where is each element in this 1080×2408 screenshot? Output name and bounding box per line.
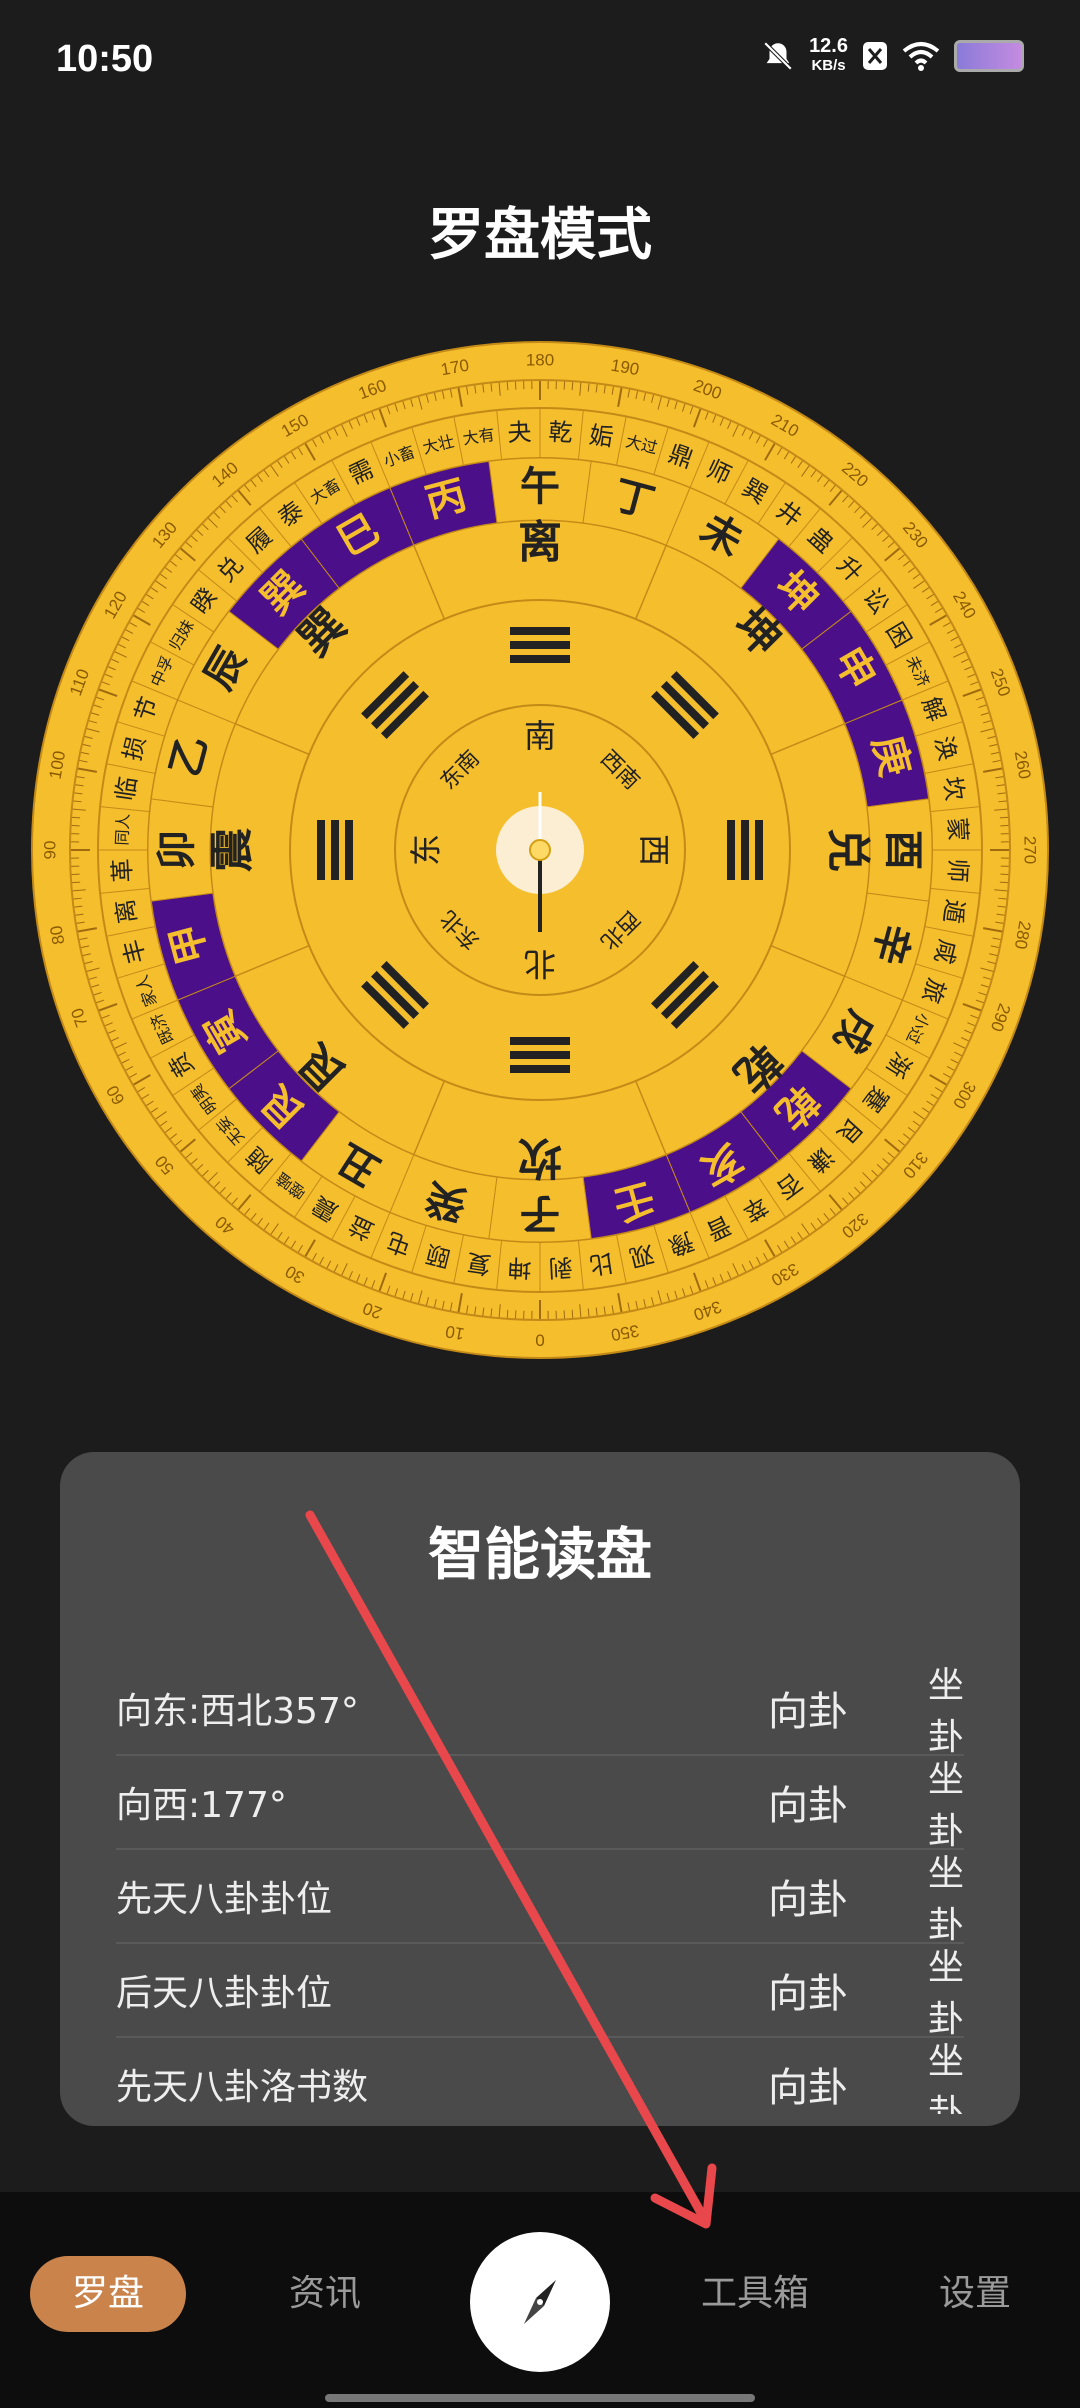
home-indicator[interactable] — [325, 2394, 755, 2402]
mountain-label: 子 — [520, 1190, 560, 1236]
trigram-bar — [510, 1051, 570, 1059]
smart-reading-panel: 智能读盘 向东:西北357° 向卦 坐卦 向西:177° 向卦 坐卦 先天八卦卦位 向卦坐… — [60, 1452, 1020, 2126]
app-notification-icon — [863, 42, 887, 70]
hexagram-label: 乾 — [548, 418, 573, 447]
row-label: 先天八卦洛书数 — [116, 2067, 369, 2108]
hexagram-label: 坎 — [938, 775, 969, 803]
sitting-gua-button[interactable]: 坐卦 — [894, 1938, 964, 2042]
wifi-icon — [902, 42, 940, 71]
facing-gua-button[interactable]: 向卦 — [768, 2055, 894, 2113]
degree-tick — [571, 381, 574, 391]
trigram-bar — [345, 820, 353, 880]
nav-compass-tab[interactable]: 罗盘 — [30, 2256, 186, 2332]
mountain-label: 酉 — [880, 830, 926, 870]
reading-row[interactable]: 先天八卦洛书数 向卦 坐卦 — [116, 2038, 964, 2114]
degree-tick — [506, 381, 509, 391]
degree-label: 90 — [40, 841, 59, 860]
reading-row[interactable]: 后天八卦卦位 向卦 坐卦 — [116, 1944, 964, 2040]
luopan-compass[interactable]: 180 1902002102202302402502602702802903003… — [30, 340, 1050, 1360]
facing-gua-button[interactable]: 向卦 — [768, 1961, 894, 2019]
degree-tick — [506, 1309, 509, 1319]
trigram-bar — [510, 655, 570, 663]
trigram-bar — [510, 1037, 570, 1045]
row-label: 向东:西北357° — [116, 1691, 359, 1732]
degree-tick — [999, 881, 1009, 884]
bagua-label: 兑 — [822, 828, 873, 872]
mountain-label: 午 — [520, 464, 560, 510]
hexagram-label: 蒙 — [943, 817, 972, 842]
sitting-gua-button[interactable]: 坐卦 — [894, 1662, 964, 1760]
trigram-bar — [727, 820, 735, 880]
trigram-bar — [331, 820, 339, 880]
trigram-bar — [510, 641, 570, 649]
trigram-bar — [510, 627, 570, 635]
bagua-label: 震 — [207, 827, 258, 872]
bagua-label: 坎 — [518, 1132, 562, 1183]
row-label: 先天八卦卦位 — [116, 1879, 333, 1920]
degree-label: 270 — [1021, 836, 1040, 864]
bagua-label: 离 — [518, 517, 562, 568]
clock: 10:50 — [56, 38, 154, 80]
bottom-nav: 罗盘 资讯 工具箱 设置 — [0, 2192, 1080, 2408]
trigram-bar — [317, 820, 325, 880]
degree-tick — [999, 816, 1009, 819]
degree-label: 180 — [526, 350, 554, 369]
facing-gua-button[interactable]: 向卦 — [768, 1679, 894, 1737]
mountain-label: 卯 — [154, 830, 200, 870]
direction-label: 南 — [524, 717, 556, 755]
facing-gua-button[interactable]: 向卦 — [768, 1867, 894, 1925]
direction-label: 北 — [524, 945, 556, 983]
hexagram-label: 离 — [111, 897, 142, 925]
hexagram-label: 夬 — [507, 418, 532, 447]
trigram-bar — [510, 1065, 570, 1073]
nav-news-tab[interactable]: 资讯 — [250, 2256, 400, 2332]
direction-label: 东 — [407, 834, 445, 866]
degree-tick — [571, 1309, 574, 1319]
reading-row[interactable]: 向西:177° 向卦 坐卦 — [116, 1756, 964, 1852]
hexagram-label: 复 — [465, 1248, 493, 1279]
status-bar: 10:50 12.6 KB/s — [0, 0, 1080, 130]
degree-label: 0 — [535, 1331, 544, 1350]
direction-label: 西 — [635, 834, 673, 866]
reading-row[interactable]: 先天八卦卦位 向卦 坐卦 — [116, 1850, 964, 1946]
reading-list[interactable]: 向东:西北357° 向卦 坐卦 向西:177° 向卦 坐卦 先天八卦卦位 向卦 坐卦 后天八… — [116, 1662, 964, 2114]
hexagram-label: 遁 — [938, 897, 969, 925]
sitting-gua-button[interactable]: 坐卦 — [894, 1750, 964, 1854]
page-title: 罗盘模式 — [428, 203, 652, 268]
hexagram-label: 剥 — [548, 1253, 573, 1282]
hexagram-label: 坤 — [507, 1253, 532, 1282]
facing-gua-button[interactable]: 向卦 — [768, 1773, 894, 1831]
hexagram-label: 师 — [943, 858, 972, 883]
sitting-gua-button[interactable]: 坐卦 — [894, 1844, 964, 1948]
hexagram-label: 姤 — [587, 421, 615, 452]
hexagram-label: 临 — [111, 775, 142, 803]
mute-bell-icon — [763, 41, 793, 71]
trigram-bar — [741, 820, 749, 880]
nav-settings-tab[interactable]: 设置 — [900, 2256, 1050, 2332]
needle-pivot — [529, 839, 551, 861]
status-icons: 12.6 KB/s — [761, 36, 1024, 76]
hexagram-label: 比 — [587, 1248, 615, 1279]
compass-icon — [524, 2280, 556, 2324]
row-label: 后天八卦卦位 — [116, 1973, 333, 2014]
degree-tick — [71, 881, 81, 884]
sitting-gua-button[interactable]: 坐卦 — [894, 2032, 964, 2114]
panel-title: 智能读盘 — [428, 1523, 652, 1588]
row-label: 向西:177° — [116, 1785, 287, 1826]
trigram-bar — [755, 820, 763, 880]
battery-icon — [954, 40, 1024, 72]
hexagram-label: 革 — [108, 858, 137, 883]
hexagram-label: 同人 — [112, 813, 133, 846]
nav-tools-tab[interactable]: 工具箱 — [680, 2256, 830, 2332]
network-speed: 12.6 KB/s — [809, 35, 848, 74]
degree-label: 10 — [444, 1322, 466, 1344]
compass-center-button[interactable] — [470, 2232, 610, 2372]
degree-tick — [71, 816, 81, 819]
reading-row[interactable]: 向东:西北357° 向卦 坐卦 — [116, 1662, 964, 1758]
degree-label: 80 — [46, 924, 68, 946]
